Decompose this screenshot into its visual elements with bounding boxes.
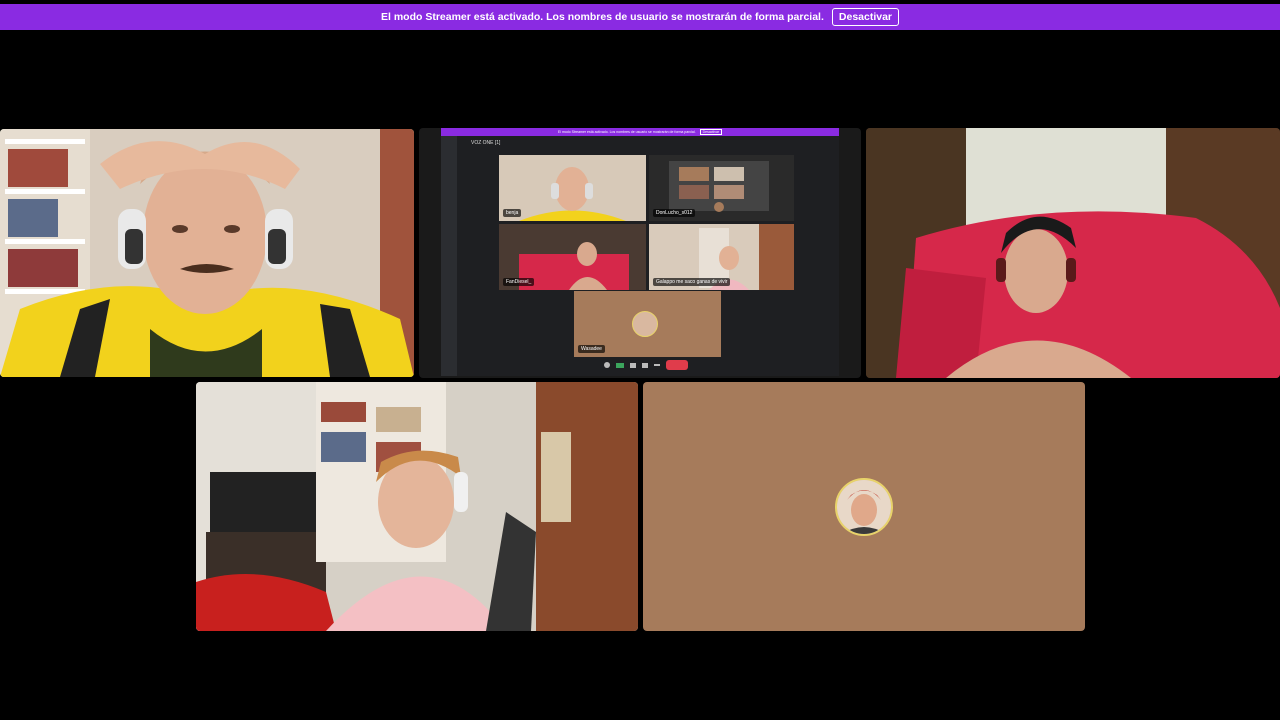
nested-share-icon: [630, 362, 636, 368]
participant-avatar: [835, 478, 893, 536]
nested-tile-fandiesel: FanDiesel_: [499, 224, 646, 290]
nested-tile-donlucho: DonLucho_s012: [649, 155, 794, 221]
streamer-mode-message: El modo Streamer está activado. Los nomb…: [380, 11, 824, 23]
nested-video: [499, 155, 646, 221]
participant-video: [196, 382, 638, 631]
pink-shirt-participant-tile[interactable]: [196, 382, 638, 631]
nested-activity-icon: [642, 362, 648, 368]
nested-avatar: [632, 311, 658, 337]
nested-tile-label: Galappo me saco ganas de vivir: [653, 278, 731, 286]
nested-tile-label: DonLucho_s012: [653, 209, 696, 217]
nested-tile-benja: benja: [499, 155, 646, 221]
couch-participant-tile[interactable]: [866, 128, 1280, 378]
participant-video: [0, 129, 414, 377]
nested-camera-icon: [616, 362, 624, 368]
deactivate-streamer-button[interactable]: Desactivar: [831, 8, 900, 26]
nested-control-bar: [571, 359, 721, 371]
nested-discord-window: El modo Streamer está activado. Los nomb…: [441, 128, 839, 376]
nested-streamer-banner: El modo Streamer está activado. Los nomb…: [441, 128, 839, 136]
nested-tile-label: benja: [503, 209, 522, 217]
nested-channel-title: VOZ ONE [1]: [471, 140, 501, 146]
nested-tile-wasadee: Wasadee: [574, 291, 721, 357]
avatar-only-tile[interactable]: [643, 382, 1085, 631]
nested-tile-galappo: Galappo me saco ganas de vivir: [649, 224, 794, 290]
nested-deactivate-button: Desactivar: [699, 129, 723, 135]
avatar-image: [837, 480, 891, 534]
nested-tile-label: FanDiesel_: [503, 278, 535, 286]
speaker-tile[interactable]: [0, 129, 414, 377]
participant-video: [866, 128, 1280, 378]
nested-banner-message: El modo Streamer está activado. Los nomb…: [557, 130, 696, 134]
nested-tile-label: Wasadee: [578, 345, 605, 353]
streamer-mode-banner: El modo Streamer está activado. Los nomb…: [0, 4, 1280, 30]
screen-share-tile[interactable]: El modo Streamer está activado. Los nomb…: [419, 128, 861, 378]
nested-left-rail: [441, 136, 457, 376]
nested-more-icon: [654, 364, 660, 366]
nested-mic-icon: [604, 362, 610, 368]
nested-hangup-icon: [666, 360, 688, 370]
